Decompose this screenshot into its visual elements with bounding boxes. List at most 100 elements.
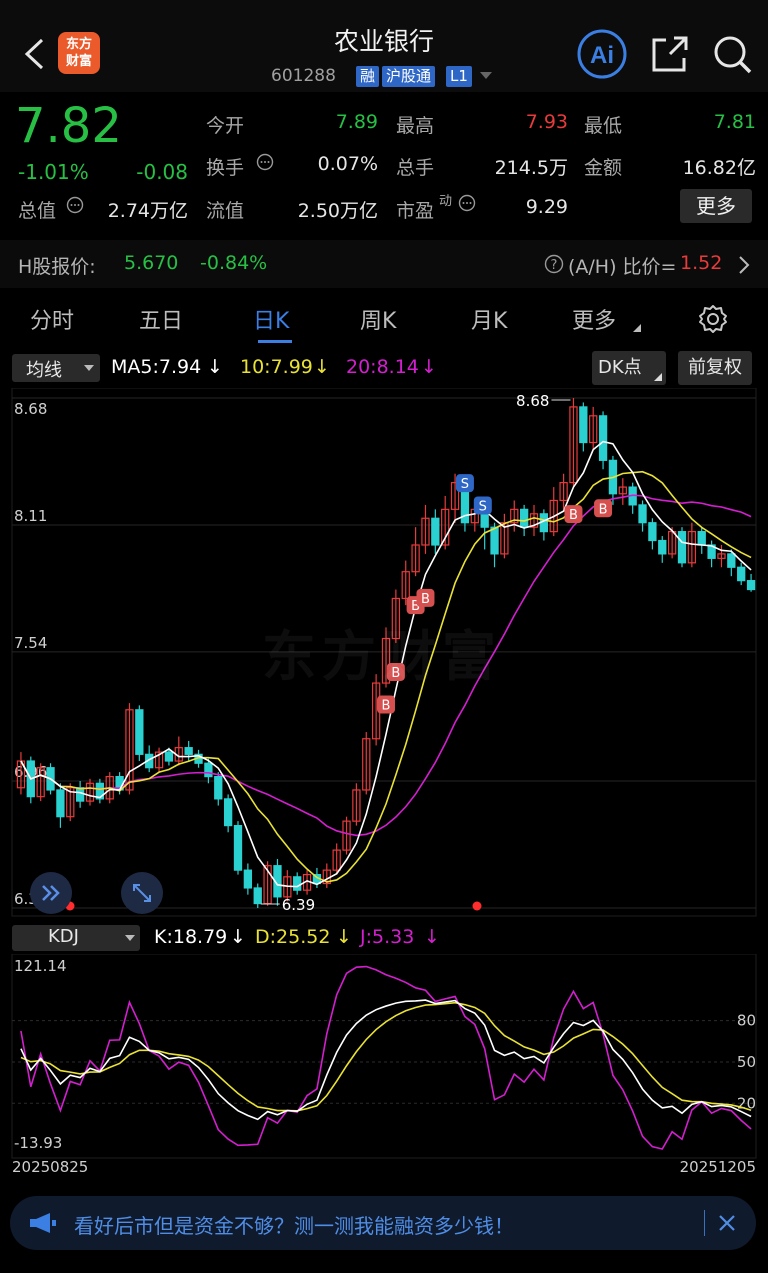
candle-body [135, 709, 144, 755]
help-icon[interactable]: ? [544, 254, 564, 274]
x-end-label: 20251205 [680, 1158, 756, 1176]
ma5-value: MA5:7.94 [111, 356, 202, 378]
more-quote-button[interactable]: 更多 [680, 189, 752, 223]
value-high: 7.93 [525, 111, 568, 133]
kdj-tick-label: 50 [737, 1053, 756, 1071]
tag-level: L1 [446, 66, 472, 87]
label-volume: 总手 [396, 157, 435, 179]
ai-assistant-icon[interactable]: Ai [576, 28, 628, 80]
tag-hk-connect: 沪股通 [382, 66, 436, 87]
h-share-row[interactable]: H股报价: 5.670 -0.84% ? (A/H) 比价= 1.52 [0, 240, 768, 288]
ma-selector[interactable]: 均线 [12, 354, 100, 382]
down-arrow-icon: ↓ [336, 926, 352, 948]
down-arrow-icon: ↓ [421, 356, 437, 378]
change-percent: -1.01% [18, 160, 89, 184]
value-amount: 16.82亿 [682, 157, 756, 179]
megaphone-icon [30, 1213, 56, 1233]
info-icon[interactable] [458, 194, 476, 212]
buy-signal-label: B [599, 502, 608, 517]
fullscreen-button[interactable] [121, 872, 163, 914]
ah-ratio-value: 1.52 [680, 252, 723, 274]
ma-selector-label: 均线 [26, 360, 62, 381]
event-dot [472, 901, 482, 911]
info-icon[interactable] [256, 153, 274, 171]
candle-body [204, 762, 213, 778]
tab-weekly-k[interactable]: 周K [360, 303, 396, 335]
chevron-right-icon[interactable] [737, 255, 751, 275]
candle-body [677, 531, 687, 564]
candle-body [243, 869, 253, 889]
top-bar: 东方财富 农业银行 601288 融 沪股通 L1 Ai [0, 0, 768, 92]
kdj-d-line [20, 1001, 752, 1112]
y-tick-label: 8.11 [14, 507, 47, 525]
candle-body [164, 751, 174, 762]
candle-body [490, 526, 499, 555]
label-open: 今开 [206, 115, 245, 137]
down-arrow-icon: ↓ [207, 356, 223, 378]
ah-ratio-label: (A/H) 比价= [568, 256, 677, 278]
expand-left-button[interactable] [30, 872, 72, 914]
kdj-tick-label: -13.93 [14, 1134, 62, 1152]
tab-five-day[interactable]: 五日 [139, 303, 183, 335]
value-float-cap: 2.50万亿 [297, 200, 378, 222]
label-amount: 金额 [584, 157, 623, 179]
buy-signal-label: B [569, 508, 578, 523]
promo-banner[interactable]: 看好后市但是资金不够？测一测我能融资多少钱！ [10, 1196, 756, 1250]
share-icon[interactable] [650, 34, 690, 74]
close-icon[interactable] [718, 1214, 736, 1232]
kdj-chart[interactable]: 121.14805020-13.9320250825 20251205 [0, 954, 768, 1180]
candle-body [56, 789, 65, 818]
tab-daily-k[interactable]: 日K [253, 303, 289, 335]
value-open: 7.89 [335, 111, 378, 133]
dropdown-corner-icon [633, 324, 641, 332]
search-icon[interactable] [712, 34, 754, 76]
candle-body [75, 787, 85, 802]
info-icon[interactable] [66, 196, 84, 214]
kdj-frame [11, 954, 757, 1159]
ma10-value: 10:7.99 [240, 356, 313, 378]
banner-divider [704, 1210, 705, 1236]
last-price: 7.82 [15, 98, 122, 154]
buy-signal-label: B [382, 699, 391, 714]
candle-body [746, 580, 756, 591]
value-market-cap: 2.74万亿 [107, 200, 188, 222]
dk-point-button[interactable]: DK点 [592, 351, 666, 385]
value-volume: 214.5万 [494, 157, 568, 179]
kdj-tick-label: 80 [737, 1012, 756, 1030]
chevron-down-icon[interactable] [480, 72, 492, 80]
label-float-cap: 流值 [206, 200, 245, 222]
label-low: 最低 [584, 115, 623, 137]
kdj-selector-label: KDJ [48, 926, 79, 947]
fullscreen-icon [133, 884, 151, 902]
kdj-selector[interactable]: KDJ [12, 925, 140, 951]
down-arrow-icon: ↓ [424, 926, 440, 948]
value-low: 7.81 [713, 111, 756, 133]
candle-body [648, 522, 657, 542]
candle-body [697, 531, 706, 546]
x-start-label: 20250825 [12, 1158, 88, 1176]
candle-body [658, 539, 667, 555]
candle-body [293, 876, 302, 891]
y-tick-label: 7.54 [14, 634, 47, 652]
candle-body [253, 887, 262, 905]
kdj-k-value: K:18.79 [154, 926, 228, 948]
kdj-j-line [20, 965, 752, 1150]
value-turnover: 0.07% [317, 153, 378, 175]
chevron-down-icon [125, 935, 135, 941]
watermark: 东方财富 [262, 625, 502, 688]
settings-gear-icon[interactable] [697, 303, 729, 335]
label-turnover: 换手 [206, 157, 245, 179]
dropdown-corner-icon [654, 373, 662, 381]
high-marker-label: 8.68 [516, 392, 549, 410]
label-high: 最高 [396, 115, 435, 137]
tag-margin: 融 [356, 66, 380, 87]
low-marker-label: 6.39 [282, 896, 315, 914]
change-amount: -0.08 [136, 160, 188, 184]
tab-intraday[interactable]: 分时 [30, 303, 74, 335]
tab-monthly-k[interactable]: 月K [471, 303, 507, 335]
chevron-down-icon [84, 365, 94, 371]
candle-body [519, 508, 529, 528]
adjust-button[interactable]: 前复权 [678, 351, 752, 385]
tab-more[interactable]: 更多 [572, 303, 616, 335]
h-share-label: H股报价: [18, 256, 96, 278]
